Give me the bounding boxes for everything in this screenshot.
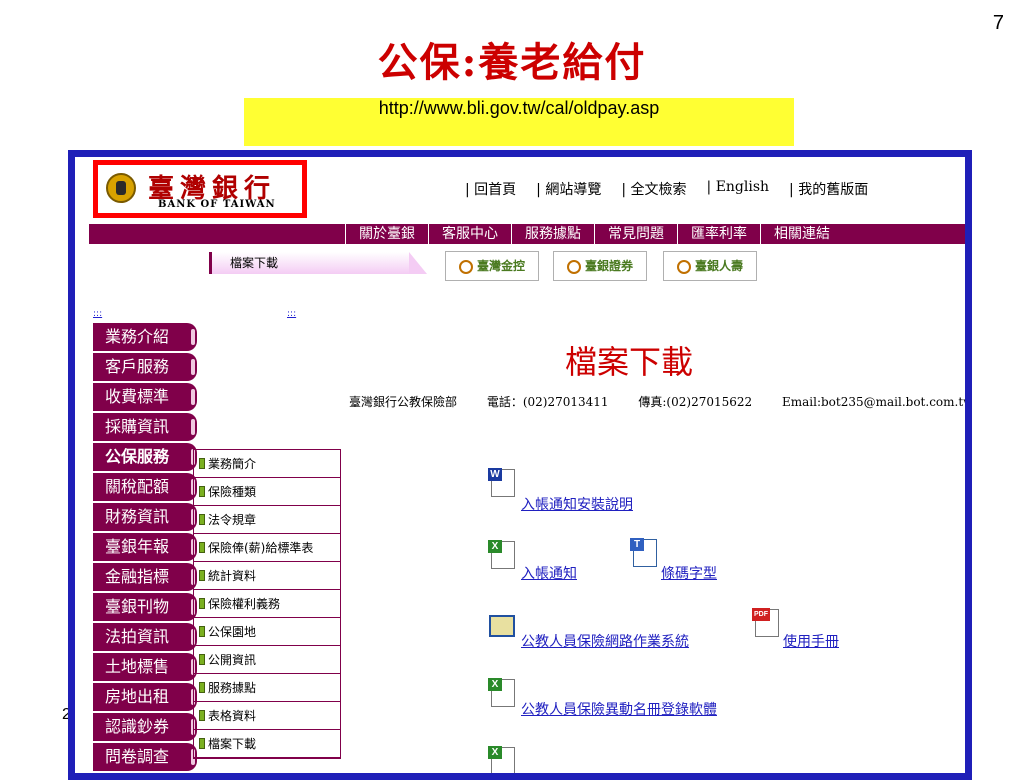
- skip-link-center[interactable]: :::: [287, 309, 296, 319]
- nav-branches[interactable]: 服務據點: [511, 224, 594, 244]
- submenu-item-rights[interactable]: 保險權利義務: [194, 590, 340, 618]
- url-caption: http://www.bli.gov.tw/cal/oldpay.asp: [244, 98, 794, 146]
- excel-doc-icon[interactable]: X: [488, 678, 515, 707]
- top-link-english[interactable]: | English: [707, 179, 770, 199]
- top-link-search[interactable]: | 全文檢索: [621, 179, 686, 199]
- subsidiary-securities[interactable]: 臺銀證券: [553, 251, 647, 281]
- sidebar-item-finance[interactable]: 財務資訊: [93, 503, 197, 531]
- excel-doc-icon[interactable]: X: [488, 540, 515, 569]
- slide-title: 公保:養老給付: [377, 39, 647, 86]
- contact-info: 臺灣銀行公教保險部 電話：(02)27013411 傳真:(02)2701562…: [349, 393, 972, 410]
- sidebar-item-auction[interactable]: 法拍資訊: [93, 623, 197, 651]
- top-link-home[interactable]: | 回首頁: [465, 179, 516, 199]
- nav-about[interactable]: 關於臺銀: [345, 224, 428, 244]
- pdf-icon[interactable]: PDF: [752, 608, 779, 637]
- contact-email: Email:bot235@mail.bot.com.tw: [781, 395, 972, 409]
- content-title: 檔案下載: [565, 343, 694, 381]
- tab-slope-decoration: [409, 252, 427, 274]
- submenu-item-forms[interactable]: 表格資料: [194, 702, 340, 730]
- submenu-item-statistics[interactable]: 統計資料: [194, 562, 340, 590]
- contact-phone: 電話：(02)27013411: [486, 395, 609, 409]
- sidebar-item-banknotes[interactable]: 認識鈔券: [93, 713, 197, 741]
- contact-dept: 臺灣銀行公教保險部: [349, 395, 458, 409]
- subsidiary-logo-icon: [458, 259, 473, 274]
- sidebar-item-customer[interactable]: 客戶服務: [93, 353, 197, 381]
- submenu-item-salary-table[interactable]: 保險俸(薪)給標準表: [194, 534, 340, 562]
- sidebar-item-publications[interactable]: 臺銀刊物: [93, 593, 197, 621]
- subsidiary-logo-icon: [566, 259, 581, 274]
- sidebar-item-business[interactable]: 業務介紹: [93, 323, 197, 351]
- top-links: | 回首頁 | 網站導覽 | 全文檢索 | English | 我的舊版面: [465, 179, 868, 199]
- download-barcode-font-link[interactable]: 條碼字型: [661, 563, 717, 583]
- sidebar-item-indicators[interactable]: 金融指標: [93, 563, 197, 591]
- sidebar-menu: 業務介紹 客戶服務 收費標準 採購資訊 公保服務 關稅配額 財務資訊 臺銀年報 …: [93, 323, 203, 773]
- download-deposit-notice-link[interactable]: 入帳通知: [521, 563, 577, 583]
- submenu-item-public-info[interactable]: 公開資訊: [194, 646, 340, 674]
- submenu-item-intro[interactable]: 業務簡介: [194, 450, 340, 478]
- public-insurance-submenu: 業務簡介 保險種類 法令規章 保險俸(薪)給標準表 統計資料 保險權利義務 公保…: [193, 449, 341, 759]
- submenu-item-regulations[interactable]: 法令規章: [194, 506, 340, 534]
- top-link-old-version[interactable]: | 我的舊版面: [789, 179, 868, 199]
- nav-customer-service[interactable]: 客服中心: [428, 224, 511, 244]
- subsidiary-taiwan-financial[interactable]: 臺灣金控: [445, 251, 539, 281]
- sidebar-item-fees[interactable]: 收費標準: [93, 383, 197, 411]
- submenu-item-download[interactable]: 檔案下載: [194, 730, 340, 758]
- logo-english-text: BANK OF TAIWAN: [158, 199, 276, 210]
- excel-doc-icon[interactable]: X: [488, 746, 515, 773]
- main-navbar: 關於臺銀 客服中心 服務據點 常見問題 匯率利率 相關連結: [89, 224, 965, 244]
- tab-file-download[interactable]: 檔案下載: [209, 252, 409, 274]
- sidebar-item-annual-report[interactable]: 臺銀年報: [93, 533, 197, 561]
- nav-faq[interactable]: 常見問題: [594, 224, 677, 244]
- sidebar-item-survey[interactable]: 問卷調查: [93, 743, 197, 771]
- contact-fax: 傳真:(02)27015622: [638, 395, 753, 409]
- subsidiary-logo-icon: [676, 259, 691, 274]
- window-app-icon[interactable]: [489, 615, 515, 637]
- download-roster-software-link[interactable]: 公教人員保險異動名冊登錄軟體: [521, 699, 717, 719]
- sidebar-item-public-insurance[interactable]: 公保服務: [93, 443, 197, 471]
- sidebar-item-procurement[interactable]: 採購資訊: [93, 413, 197, 441]
- top-link-sitemap[interactable]: | 網站導覽: [536, 179, 601, 199]
- download-user-manual-link[interactable]: 使用手冊: [783, 631, 839, 651]
- download-online-system-link[interactable]: 公教人員保險網路作業系統: [521, 631, 689, 651]
- browser-screenshot-frame: 臺灣銀行 BANK OF TAIWAN | 回首頁 | 網站導覽 | 全文檢索 …: [68, 150, 972, 780]
- bank-logo[interactable]: 臺灣銀行 BANK OF TAIWAN: [93, 160, 307, 218]
- nav-links[interactable]: 相關連結: [760, 224, 843, 244]
- sidebar-item-tariff[interactable]: 關稅配額: [93, 473, 197, 501]
- submenu-item-garden[interactable]: 公保園地: [194, 618, 340, 646]
- nav-rates[interactable]: 匯率利率: [677, 224, 760, 244]
- skip-link-left[interactable]: :::: [93, 309, 102, 319]
- subsidiary-life-insurance[interactable]: 臺銀人壽: [663, 251, 757, 281]
- download-install-guide-link[interactable]: 入帳通知安裝說明: [521, 494, 633, 514]
- submenu-item-service-points[interactable]: 服務據點: [194, 674, 340, 702]
- submenu-item-types[interactable]: 保險種類: [194, 478, 340, 506]
- font-file-icon[interactable]: T: [630, 538, 657, 567]
- word-doc-icon[interactable]: W: [488, 468, 515, 497]
- sidebar-item-rental[interactable]: 房地出租: [93, 683, 197, 711]
- sidebar-item-land-sale[interactable]: 土地標售: [93, 653, 197, 681]
- bank-emblem-icon: [106, 173, 136, 203]
